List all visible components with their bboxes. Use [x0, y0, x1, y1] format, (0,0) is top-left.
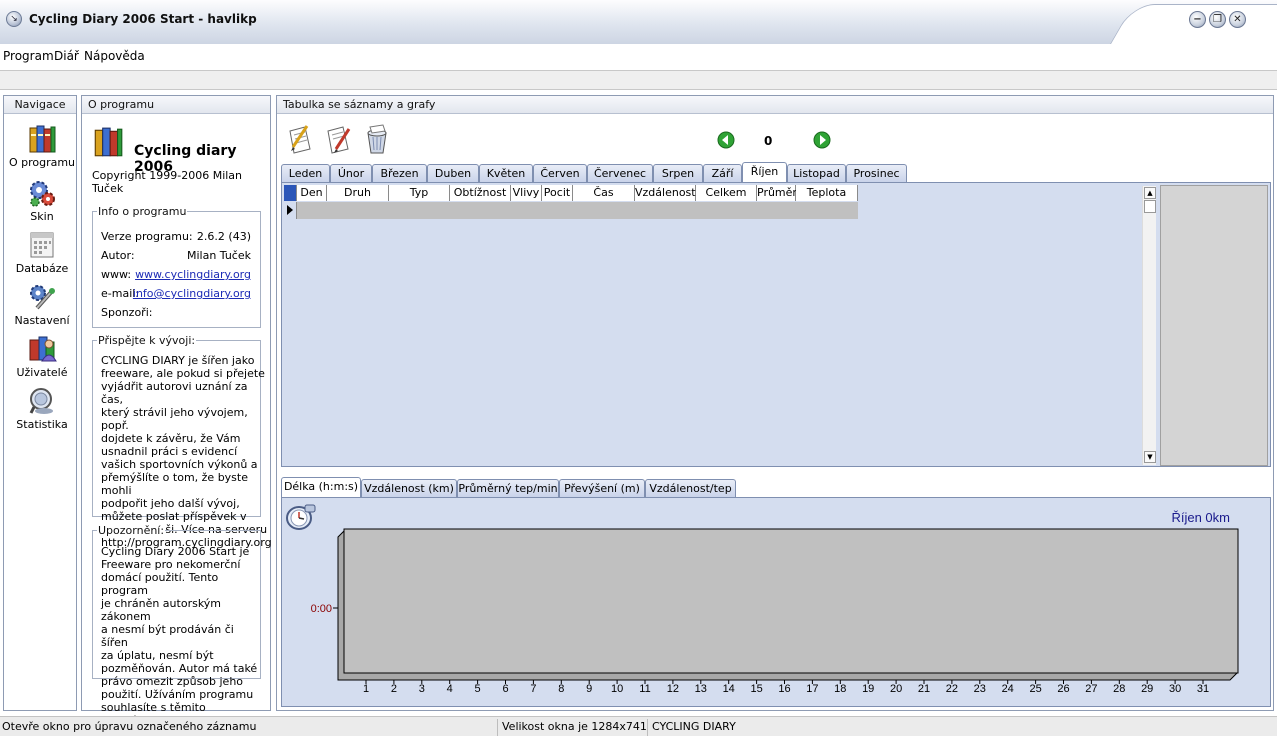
x-tick-label: 11	[639, 683, 650, 695]
x-tick-label: 20	[890, 683, 902, 695]
x-tick-label: 25	[1029, 683, 1041, 695]
status-bar: Otevře okno pro úpravu označeného záznam…	[0, 716, 1277, 736]
x-tick-label: 15	[750, 683, 762, 695]
x-tick-label: 6	[502, 683, 508, 695]
x-tick-label: 7	[530, 683, 536, 695]
tab-delka[interactable]: Délka (h:m:s)	[281, 477, 361, 497]
x-tick-label: 2	[391, 683, 397, 695]
x-tick-label: 31	[1197, 683, 1209, 695]
x-tick-label: 22	[946, 683, 958, 695]
chart-title: Říjen 0km	[1171, 510, 1230, 525]
x-tick-label: 13	[695, 683, 707, 695]
x-tick-label: 10	[611, 683, 623, 695]
x-tick-label: 23	[974, 683, 986, 695]
x-tick-label: 4	[447, 683, 453, 695]
x-tick-label: 1	[363, 683, 369, 695]
x-tick-label: 27	[1085, 683, 1097, 695]
x-tick-label: 14	[723, 683, 735, 695]
x-tick-label: 9	[586, 683, 592, 695]
chart-plot-area	[343, 528, 1239, 674]
x-tick-label: 30	[1169, 683, 1181, 695]
x-tick-label: 5	[475, 683, 481, 695]
tab-rijen[interactable]: Říjen	[742, 162, 787, 182]
x-tick-label: 16	[778, 683, 790, 695]
status-window-size: Velikost okna je 1284x741	[500, 719, 648, 736]
x-tick-label: 21	[918, 683, 930, 695]
x-tick-label: 8	[558, 683, 564, 695]
status-hint: Otevře okno pro úpravu označeného záznam…	[0, 719, 498, 736]
x-tick-label: 28	[1113, 683, 1125, 695]
x-tick-label: 29	[1141, 683, 1153, 695]
app-window: ↘ Cycling Diary 2006 Start - havlikp − ❐…	[0, 0, 1277, 736]
status-app-name: CYCLING DIARY	[652, 720, 736, 733]
duration-chart: Říjen 0km 0:00 1 2 3 4 5 6 7 8 9 10 11 12 13 14 15 16 17…	[311, 510, 1239, 695]
x-tick-label: 17	[806, 683, 818, 695]
x-tick-label: 19	[862, 683, 874, 695]
x-tick-label: 12	[667, 683, 679, 695]
x-axis-ticks: 1 2 3 4 5 6 7 8 9 10 11 12 13 14 15 16 17 18 19 20 21 22 23 24 2…	[363, 680, 1209, 695]
x-tick-label: 26	[1057, 683, 1069, 695]
x-tick-label: 3	[419, 683, 425, 695]
x-tick-label: 24	[1002, 683, 1014, 695]
x-tick-label: 18	[834, 683, 846, 695]
y-tick-label: 0:00	[311, 603, 332, 615]
